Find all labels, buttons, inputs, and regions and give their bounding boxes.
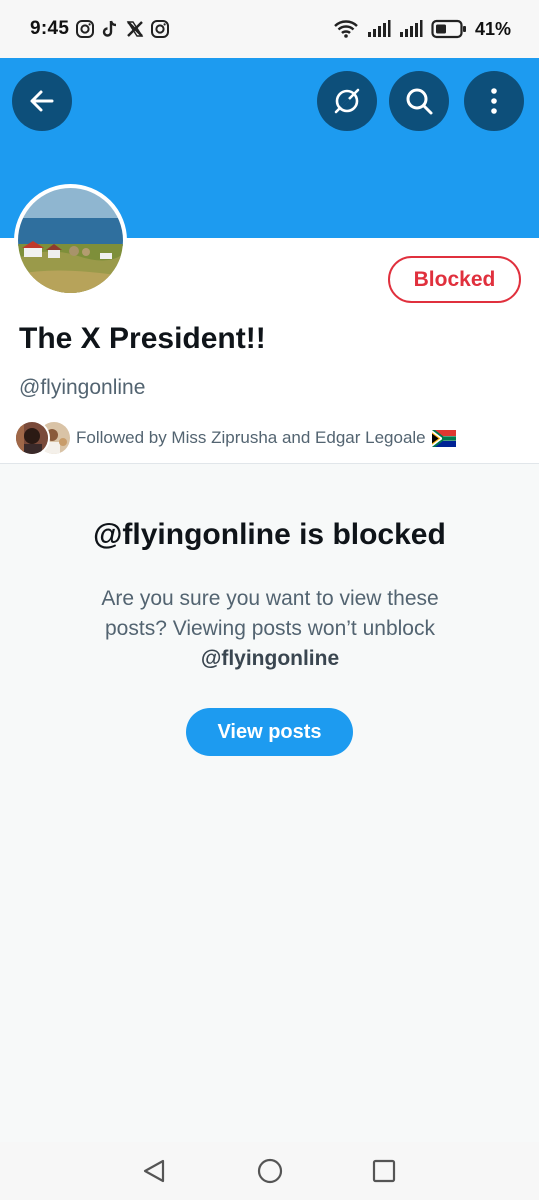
follower-avatars	[14, 420, 72, 456]
follower-avatar	[14, 420, 50, 456]
wifi-icon	[334, 20, 358, 38]
battery-percent: 41%	[474, 18, 511, 39]
south-africa-flag-icon	[431, 429, 456, 447]
x-icon	[126, 21, 144, 37]
grok-button[interactable]	[317, 71, 377, 131]
square-recents-icon	[372, 1159, 396, 1183]
status-bar: 9:45 41%	[0, 0, 539, 58]
blocked-description-handle: @flyingonline	[200, 647, 340, 670]
search-icon	[406, 88, 433, 115]
system-nav-bar	[0, 1142, 539, 1200]
display-name: The X President!!	[19, 322, 266, 355]
signal-icon	[367, 20, 391, 37]
nav-back-button[interactable]	[139, 1156, 169, 1186]
followed-by-row[interactable]: Followed by Miss Ziprusha and Edgar Lego…	[14, 420, 456, 456]
tiktok-icon	[103, 20, 117, 37]
avatar-image	[18, 188, 123, 293]
more-options-button[interactable]	[464, 71, 524, 131]
battery-icon	[431, 19, 466, 39]
blocked-description: Are you sure you want to view these post…	[70, 584, 470, 674]
followed-by-text: Followed by Miss Ziprusha and Edgar Lego…	[76, 428, 426, 447]
nav-home-button[interactable]	[255, 1156, 285, 1186]
instagram-icon	[76, 20, 95, 38]
blocked-title: @flyingonline is blocked	[93, 518, 446, 551]
more-vertical-icon	[491, 88, 497, 114]
status-app-icons	[75, 19, 170, 39]
status-indicators: 41%	[333, 19, 511, 40]
blocked-button[interactable]: Blocked	[388, 256, 521, 303]
blocked-description-text: Are you sure you want to view these post…	[101, 587, 439, 640]
back-arrow-icon	[30, 90, 54, 112]
profile-handle: @flyingonline	[19, 376, 146, 399]
avatar[interactable]	[14, 184, 127, 297]
circle-home-icon	[257, 1158, 283, 1184]
view-posts-button[interactable]: View posts	[186, 708, 353, 756]
search-button[interactable]	[389, 71, 449, 131]
signal-icon	[399, 20, 423, 37]
status-time: 9:45	[30, 18, 70, 39]
grok-icon	[334, 88, 360, 114]
nav-recents-button[interactable]	[369, 1156, 399, 1186]
instagram-icon	[151, 20, 170, 38]
back-button[interactable]	[12, 71, 72, 131]
triangle-back-icon	[143, 1159, 165, 1183]
